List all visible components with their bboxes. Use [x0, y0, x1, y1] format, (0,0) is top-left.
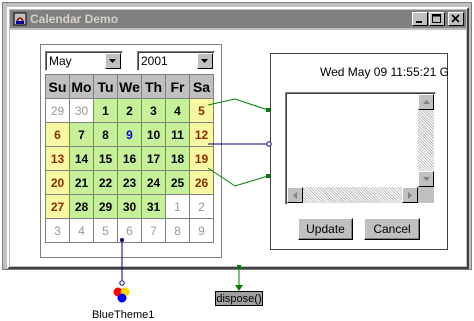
- connector-handle[interactable]: [266, 108, 270, 112]
- connector-endpoint[interactable]: [120, 238, 124, 242]
- connector-handle[interactable]: [266, 174, 270, 178]
- event-connector-2: [207, 167, 269, 187]
- connections-overlay: [113, 98, 272, 303]
- dispose-method-button[interactable]: dispose(): [215, 291, 263, 306]
- connector-handle[interactable]: [237, 265, 241, 269]
- connector-endpoint[interactable]: [119, 280, 125, 286]
- theme-bean-label: BlueTheme1: [92, 309, 155, 321]
- event-connector-1: [207, 98, 269, 111]
- theme-bean-icon[interactable]: [113, 287, 130, 303]
- connector-endpoint[interactable]: [266, 141, 272, 147]
